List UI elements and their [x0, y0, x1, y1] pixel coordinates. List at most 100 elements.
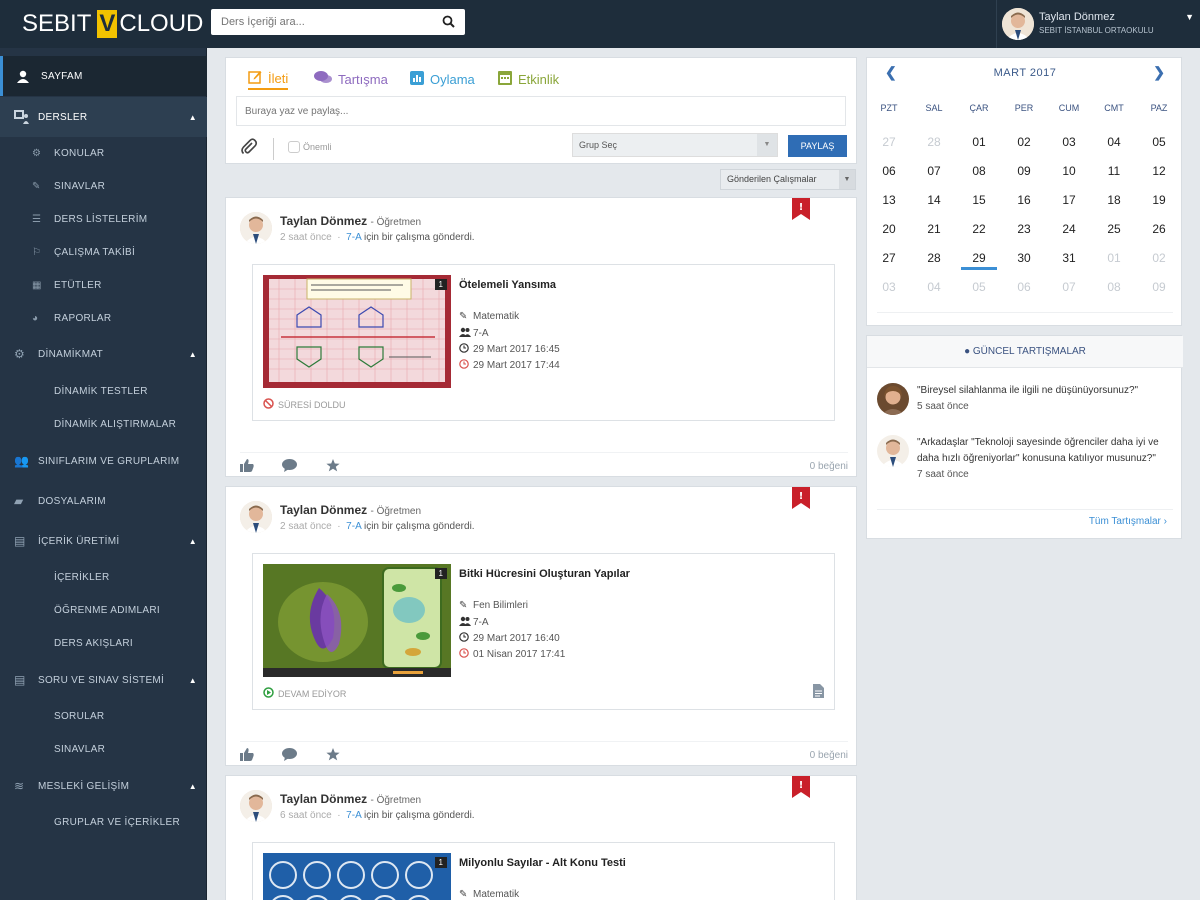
like-icon[interactable]: [240, 459, 254, 475]
calendar-day[interactable]: 03: [1047, 135, 1091, 149]
sidebar-item-dersler[interactable]: DERSLER ▲: [0, 97, 207, 137]
calendar-day[interactable]: 20: [867, 222, 911, 236]
tab-etkinlik[interactable]: Etkinlik: [498, 68, 559, 90]
calendar-day[interactable]: 25: [1092, 222, 1136, 236]
flag-icon[interactable]: !: [792, 198, 810, 220]
post-class-link[interactable]: 7-A: [346, 232, 361, 243]
sidebar-item-sinavlar[interactable]: ✎ SINAVLAR: [0, 170, 207, 203]
discussion-title[interactable]: "Bireysel silahlanma ile ilgili ne düşün…: [917, 383, 1179, 399]
sidebar-item-raporlar[interactable]: ◕ RAPORLAR: [0, 302, 207, 335]
calendar-day[interactable]: 08: [957, 164, 1001, 178]
sidebar-item-dinamik-testler[interactable]: DİNAMİK TESTLER: [0, 375, 207, 408]
search-input[interactable]: [211, 9, 431, 35]
post-class-link[interactable]: 7-A: [346, 810, 361, 821]
comment-icon[interactable]: [282, 748, 297, 764]
user-menu[interactable]: Taylan Dönmez SEBIT İSTANBUL ORTAOKULU ▼: [996, 0, 1200, 48]
assignment-title[interactable]: Bitki Hücresini Oluşturan Yapılar: [459, 568, 630, 580]
sidebar-item-ogrenme-adimlari[interactable]: ÖĞRENME ADIMLARI: [0, 594, 207, 627]
calendar-day[interactable]: 02: [1002, 135, 1046, 149]
calendar-day[interactable]: 03: [867, 280, 911, 294]
calendar-day[interactable]: 19: [1137, 193, 1181, 207]
paperclip-icon[interactable]: [240, 138, 258, 161]
calendar-day[interactable]: 01: [1092, 251, 1136, 265]
post-author[interactable]: Taylan Dönmez - Öğretmen: [280, 503, 421, 517]
all-discussions-link[interactable]: Tüm Tartışmalar ›: [1089, 516, 1167, 527]
calendar-day[interactable]: 10: [1047, 164, 1091, 178]
document-icon[interactable]: [813, 684, 824, 701]
logo[interactable]: SEBIT V CLOUD: [22, 8, 203, 40]
sidebar-item-soru-sinav[interactable]: ▤ SORU VE SINAV SİSTEMİ ▲: [0, 660, 207, 700]
calendar-day[interactable]: 07: [1047, 280, 1091, 294]
calendar-day[interactable]: 04: [912, 280, 956, 294]
calendar-day[interactable]: 26: [1137, 222, 1181, 236]
assignment-card[interactable]: 1 Bitki Hücresini Oluşturan Yapılar ✎ Fe…: [252, 553, 835, 710]
calendar-day[interactable]: 23: [1002, 222, 1046, 236]
calendar-day[interactable]: 01: [957, 135, 1001, 149]
star-icon[interactable]: [326, 459, 340, 475]
assignment-title[interactable]: Milyonlu Sayılar - Alt Konu Testi: [459, 857, 626, 869]
sidebar-item-gruplar-icerikler[interactable]: GRUPLAR VE İÇERİKLER: [0, 806, 207, 839]
checkbox[interactable]: [288, 141, 300, 153]
calendar-day[interactable]: 06: [867, 164, 911, 178]
tab-ileti[interactable]: İleti: [248, 68, 289, 90]
calendar-day[interactable]: 05: [957, 280, 1001, 294]
calendar-day[interactable]: 04: [1092, 135, 1136, 149]
calendar-day[interactable]: 14: [912, 193, 956, 207]
sidebar-item-icerik-uretimi[interactable]: ▤ İÇERİK ÜRETİMİ ▲: [0, 521, 207, 561]
tab-tartisma[interactable]: Tartışma: [314, 68, 388, 90]
calendar-day[interactable]: 29: [957, 251, 1001, 270]
sidebar-item-ders-akislari[interactable]: DERS AKIŞLARI: [0, 627, 207, 660]
calendar-day[interactable]: 24: [1047, 222, 1091, 236]
share-button[interactable]: PAYLAŞ: [788, 135, 847, 157]
sidebar-item-ders-listelerim[interactable]: ☰ DERS LİSTELERİM: [0, 203, 207, 236]
assignment-title[interactable]: Ötelemeli Yansıma: [459, 279, 556, 291]
calendar-day[interactable]: 12: [1137, 164, 1181, 178]
calendar-day[interactable]: 13: [867, 193, 911, 207]
avatar[interactable]: [240, 501, 272, 533]
calendar-day[interactable]: 17: [1047, 193, 1091, 207]
sidebar-item-mesleki-gelisim[interactable]: ≋ MESLEKİ GELİŞİM ▲: [0, 766, 207, 806]
calendar-day[interactable]: 21: [912, 222, 956, 236]
sidebar-item-sayfam[interactable]: SAYFAM: [0, 56, 207, 96]
important-checkbox[interactable]: Önemli: [288, 141, 332, 153]
sidebar-item-dosyalarim[interactable]: ▰ DOSYALARIM: [0, 481, 207, 521]
calendar-day[interactable]: 30: [1002, 251, 1046, 265]
avatar[interactable]: [240, 212, 272, 244]
post-author[interactable]: Taylan Dönmez - Öğretmen: [280, 214, 421, 228]
assignment-card[interactable]: 1 Ötelemeli Yansıma ✎ Matematik 7-A 29 M…: [252, 264, 835, 421]
sidebar-item-dinamikmat[interactable]: ⚙ DİNAMİKMAT ▲: [0, 335, 207, 373]
calendar-day[interactable]: 22: [957, 222, 1001, 236]
calendar-day[interactable]: 28: [912, 135, 956, 149]
calendar-day[interactable]: 27: [867, 251, 911, 265]
calendar-day[interactable]: 08: [1092, 280, 1136, 294]
calendar-day[interactable]: 28: [912, 251, 956, 265]
calendar-day[interactable]: 15: [957, 193, 1001, 207]
sidebar-item-calisma-takibi[interactable]: ⚐ ÇALIŞMA TAKİBİ: [0, 236, 207, 269]
calendar-day[interactable]: 06: [1002, 280, 1046, 294]
sidebar-item-icerikler[interactable]: İÇERİKLER: [0, 561, 207, 594]
tab-oylama[interactable]: Oylama: [410, 68, 475, 90]
feed-filter-select[interactable]: Gönderilen Çalışmalar ▼: [720, 169, 856, 190]
flag-icon[interactable]: !: [792, 487, 810, 509]
like-count[interactable]: 0 beğeni: [810, 461, 848, 472]
post-class-link[interactable]: 7-A: [346, 521, 361, 532]
calendar-day[interactable]: 09: [1002, 164, 1046, 178]
post-author[interactable]: Taylan Dönmez - Öğretmen: [280, 792, 421, 806]
avatar[interactable]: [240, 790, 272, 822]
author-name[interactable]: Taylan Dönmez: [280, 792, 367, 806]
calendar-day[interactable]: 09: [1137, 280, 1181, 294]
assignment-thumbnail[interactable]: 1: [263, 564, 451, 677]
search-icon[interactable]: [442, 15, 455, 31]
like-count[interactable]: 0 beğeni: [810, 750, 848, 761]
discussion-title[interactable]: "Arkadaşlar "Teknoloji sayesinde öğrenci…: [917, 435, 1179, 467]
sidebar-item-konular[interactable]: ⚙ KONULAR: [0, 137, 207, 170]
calendar-day[interactable]: 05: [1137, 135, 1181, 149]
assignment-card[interactable]: 1 Milyonlu Sayılar - Alt Konu Testi ✎ Ma…: [252, 842, 835, 900]
sidebar-item-dinamik-alistirmalar[interactable]: DİNAMİK ALIŞTIRMALAR: [0, 408, 207, 441]
calendar-day[interactable]: 27: [867, 135, 911, 149]
group-select[interactable]: Grup Seç ▼: [572, 133, 778, 157]
author-name[interactable]: Taylan Dönmez: [280, 503, 367, 517]
sidebar-item-sinavlar-2[interactable]: SINAVLAR: [0, 733, 207, 766]
sidebar-item-siniflarim[interactable]: 👥 SINIFLARIM VE GRUPLARIM: [0, 441, 207, 481]
assignment-thumbnail[interactable]: 1: [263, 275, 451, 388]
